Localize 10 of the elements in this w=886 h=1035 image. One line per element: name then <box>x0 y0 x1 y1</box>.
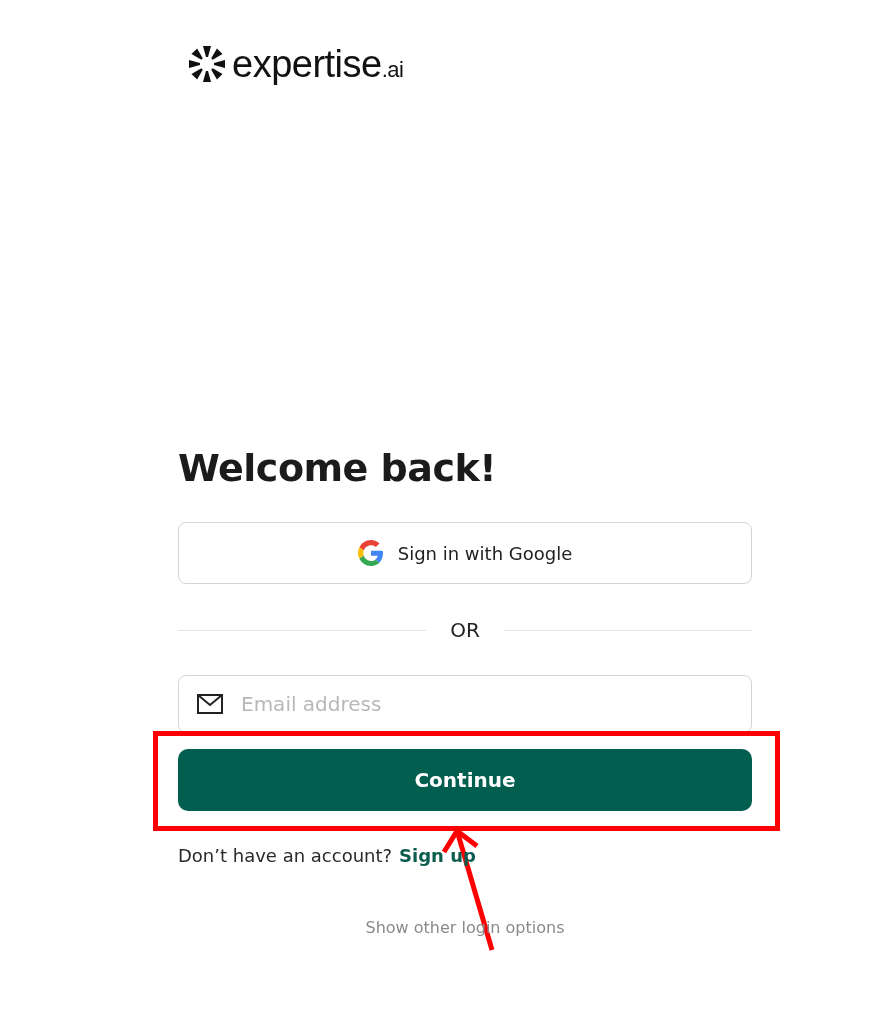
signup-prompt: Don’t have an account? <box>178 845 393 866</box>
logo-wordmark: expertise.ai <box>232 42 404 86</box>
continue-button[interactable]: Continue <box>178 749 752 811</box>
google-icon <box>357 540 384 566</box>
google-sign-in-button[interactable]: Sign in with Google <box>178 522 752 584</box>
logo-mark-icon <box>188 45 226 83</box>
or-divider-label: OR <box>450 618 480 642</box>
envelope-icon <box>197 694 223 714</box>
page-heading: Welcome back! <box>178 445 498 492</box>
email-input-field[interactable]: Email address <box>178 675 752 733</box>
